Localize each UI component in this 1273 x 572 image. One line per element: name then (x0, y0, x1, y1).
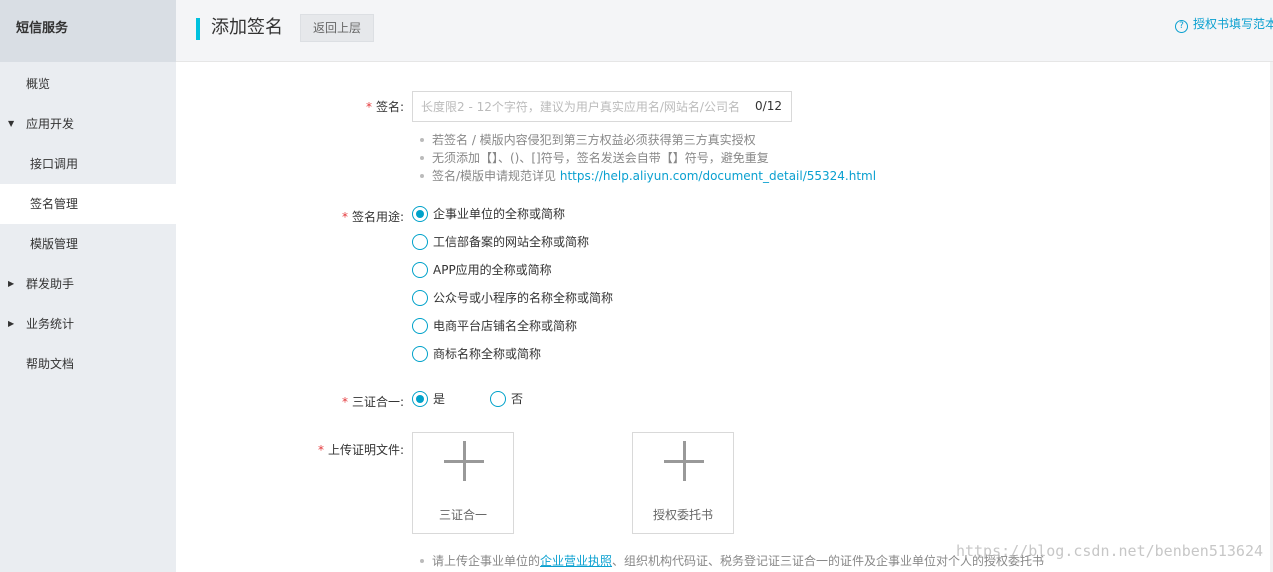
sidebar-nav: 概览 ▼ 应用开发 接口调用 签名管理 模版管理 ▶ 群发助手 ▶ 业务统计 帮助文档 (0, 62, 176, 384)
tip-item: 若签名 / 模版内容侵犯到第三方权益必须获得第三方真实授权 (420, 131, 876, 149)
sidebar-item-help[interactable]: 帮助文档 (0, 344, 176, 384)
usage-option-official-account[interactable]: 公众号或小程序的名称全称或简称 (412, 289, 613, 307)
required-mark: * (317, 443, 324, 457)
sign-tips: 若签名 / 模版内容侵犯到第三方权益必须获得第三方真实授权 无须添加【】、()、… (420, 131, 876, 185)
plus-icon (463, 441, 466, 481)
auth-template-link-label: 授权书填写范本 (1192, 17, 1273, 31)
help-icon: ? (1174, 20, 1188, 33)
sidebar-item-label: 模版管理 (30, 237, 79, 251)
business-license-link[interactable]: 企业营业执照 (540, 554, 612, 568)
upload-tip: 请上传企事业单位的企业营业执照、组织机构代码证、税务登记证三证合一的证件及企事业… (420, 552, 1044, 569)
three-in-one-no[interactable]: 否 (490, 390, 523, 408)
radio-checked-icon (412, 206, 428, 222)
radio-icon (412, 234, 428, 250)
upload-box-label: 授权委托书 (652, 508, 713, 522)
sidebar-title: 短信服务 (0, 0, 176, 62)
char-counter: 0/12 (755, 99, 782, 113)
sign-input-wrap: 0/12 (412, 91, 792, 122)
sidebar-item-label: 签名管理 (30, 197, 79, 211)
sidebar-item-overview[interactable]: 概览 (0, 64, 176, 104)
radio-icon (412, 290, 428, 306)
usage-option-trademark[interactable]: 商标名称全称或简称 (412, 345, 541, 363)
sidebar-item-label: 业务统计 (26, 317, 75, 331)
sidebar-item-app-dev[interactable]: ▼ 应用开发 (0, 104, 176, 144)
sidebar-item-bulk-send[interactable]: ▶ 群发助手 (0, 264, 176, 304)
sidebar-item-api[interactable]: 接口调用 (0, 144, 176, 184)
tip-item: 无须添加【】、()、[]符号，签名发送会自带【】符号，避免重复 (420, 149, 876, 167)
usage-option-app[interactable]: APP应用的全称或简称 (412, 261, 552, 279)
sidebar: 短信服务 概览 ▼ 应用开发 接口调用 签名管理 模版管理 ▶ 群发助手 ▶ 业务统计… (0, 0, 176, 572)
back-button[interactable]: 返回上层 (300, 14, 374, 42)
usage-option-website[interactable]: 工信部备案的网站全称或简称 (412, 233, 589, 251)
caret-down-icon: ▼ (8, 119, 15, 128)
sidebar-item-label: 概览 (26, 77, 51, 91)
auth-template-link[interactable]: ? 授权书填写范本 (1174, 15, 1273, 33)
radio-checked-icon (412, 391, 428, 407)
sidebar-item-signature[interactable]: 签名管理 (0, 184, 176, 224)
radio-icon (412, 346, 428, 362)
sidebar-item-label: 应用开发 (26, 117, 75, 131)
caret-right-icon: ▶ (8, 279, 15, 288)
sign-input[interactable] (413, 92, 753, 121)
tip-item: 签名/模版申请规范详见 https://help.aliyun.com/docu… (420, 167, 876, 185)
usage-label: * 签名用途: (341, 210, 404, 224)
usage-option-enterprise[interactable]: 企事业单位的全称或简称 (412, 205, 565, 223)
required-mark: * (341, 395, 348, 409)
upload-three-in-one[interactable]: 三证合一 (412, 432, 514, 534)
page-header: 添加签名 返回上层 ? 授权书填写范本 (176, 0, 1273, 62)
radio-icon (412, 262, 428, 278)
usage-option-ecommerce[interactable]: 电商平台店铺名全称或简称 (412, 317, 577, 335)
sidebar-item-statistics[interactable]: ▶ 业务统计 (0, 304, 176, 344)
sign-label: * 签名: (365, 100, 404, 114)
radio-icon (490, 391, 506, 407)
spec-doc-link[interactable]: https://help.aliyun.com/document_detail/… (560, 169, 876, 183)
plus-icon (683, 441, 686, 481)
three-in-one-label: * 三证合一: (341, 395, 404, 409)
upload-authorization[interactable]: 授权委托书 (632, 432, 734, 534)
upload-box-label: 三证合一 (438, 508, 487, 522)
required-mark: * (365, 100, 372, 114)
sidebar-item-label: 群发助手 (26, 277, 75, 291)
upload-label: * 上传证明文件: (317, 443, 404, 457)
sidebar-item-template[interactable]: 模版管理 (0, 224, 176, 264)
sidebar-item-label: 帮助文档 (26, 357, 75, 371)
watermark: https://blog.csdn.net/benben513624 (955, 542, 1263, 560)
sidebar-item-label: 接口调用 (30, 157, 79, 171)
three-in-one-yes[interactable]: 是 (412, 390, 445, 408)
page-title: 添加签名 (211, 17, 283, 38)
title-accent-bar (196, 18, 200, 40)
radio-icon (412, 318, 428, 334)
required-mark: * (341, 210, 348, 224)
caret-right-icon: ▶ (8, 319, 15, 328)
